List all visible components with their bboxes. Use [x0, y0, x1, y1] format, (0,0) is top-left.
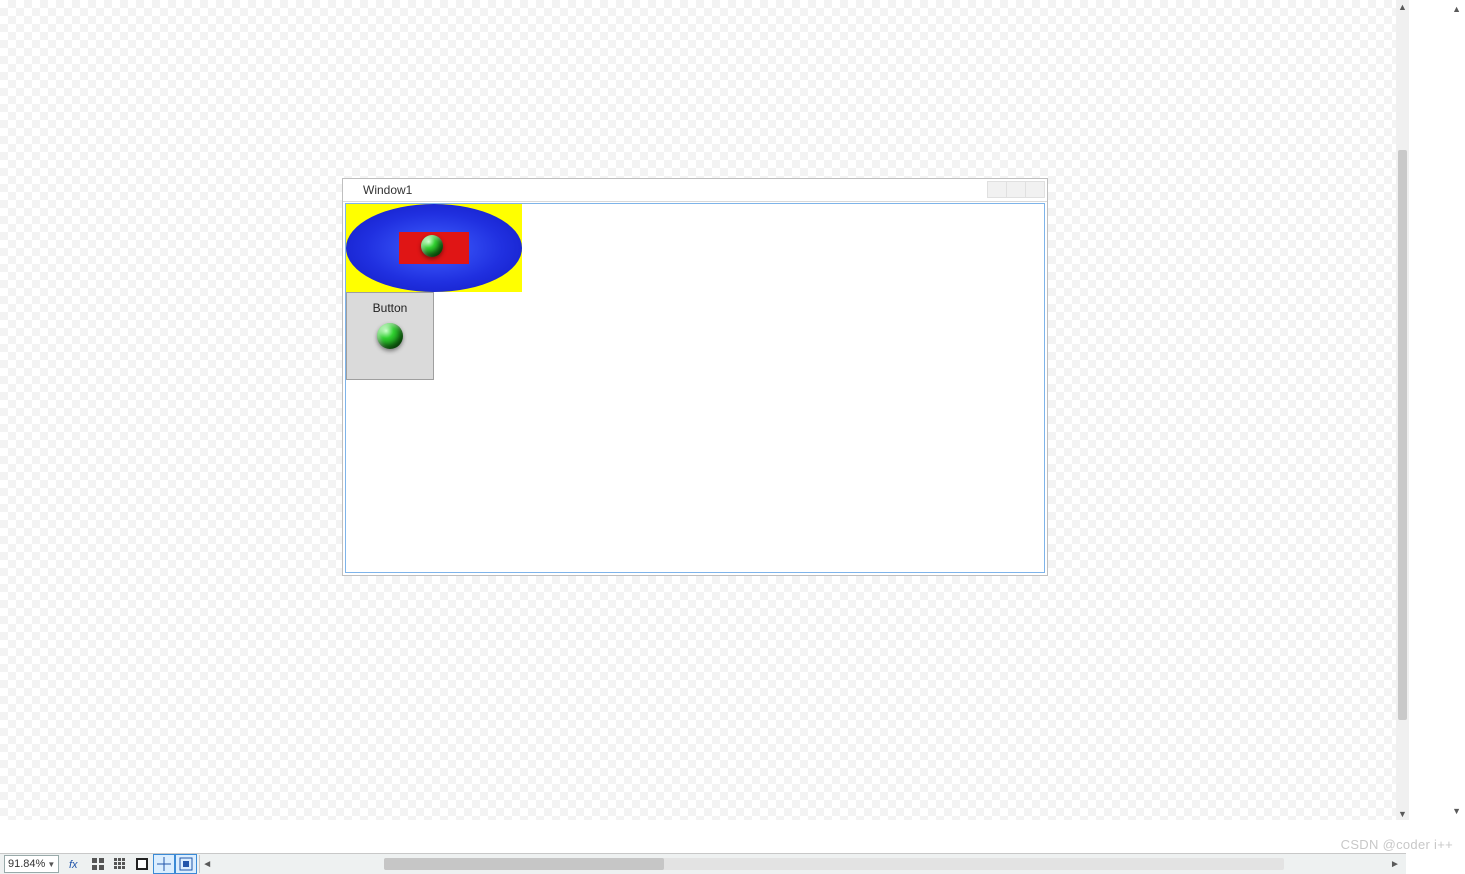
scroll-down-icon[interactable]: ▼ [1396, 807, 1409, 820]
fx-effects-icon[interactable]: fx [65, 854, 87, 874]
grid-large-icon[interactable] [87, 854, 109, 874]
window-titlebar[interactable]: Window1 [343, 179, 1047, 202]
svg-text:fx: fx [69, 859, 78, 871]
view-toolbar: fx [65, 854, 197, 874]
canvas-vertical-scrollbar[interactable]: ▲ ▼ [1396, 0, 1409, 820]
zoom-value: 91.84% [8, 858, 45, 870]
scroll-up-icon[interactable]: ▲ [1452, 4, 1461, 14]
scroll-right-icon[interactable]: ► [1388, 855, 1402, 873]
button-label: Button [373, 301, 408, 315]
invert-colors-icon[interactable] [131, 854, 153, 874]
scroll-up-icon[interactable]: ▲ [1396, 0, 1409, 13]
scroll-thumb[interactable] [1398, 150, 1407, 720]
grid-small-icon[interactable] [109, 854, 131, 874]
minimize-button[interactable] [987, 181, 1007, 198]
window-title: Window1 [363, 183, 412, 197]
dropdown-icon[interactable]: ▼ [47, 860, 55, 869]
zoom-combo[interactable]: 91.84% ▼ [4, 855, 59, 873]
status-bar: 91.84% ▼ fx ◄ ► [0, 853, 1406, 874]
close-button[interactable] [1025, 181, 1045, 198]
green-orb-icon [377, 323, 403, 349]
custom-graphic-control[interactable] [346, 204, 522, 292]
green-orb-icon [421, 235, 443, 257]
editor-vertical-scroll: ▲ ▼ [1409, 0, 1465, 840]
maximize-button[interactable] [1006, 181, 1026, 198]
designer-window[interactable]: Window1 Button [342, 178, 1048, 576]
scroll-down-icon[interactable]: ▼ [1452, 806, 1461, 816]
scroll-left-icon[interactable]: ◄ [199, 855, 214, 873]
button-control[interactable]: Button [346, 292, 434, 380]
scroll-thumb[interactable] [384, 858, 664, 870]
fit-to-screen-icon[interactable] [175, 854, 197, 874]
crosshair-icon[interactable] [153, 854, 175, 874]
horizontal-scrollbar[interactable] [384, 858, 1284, 870]
window-client-area[interactable]: Button [345, 203, 1045, 573]
window-caption-buttons [988, 181, 1045, 198]
